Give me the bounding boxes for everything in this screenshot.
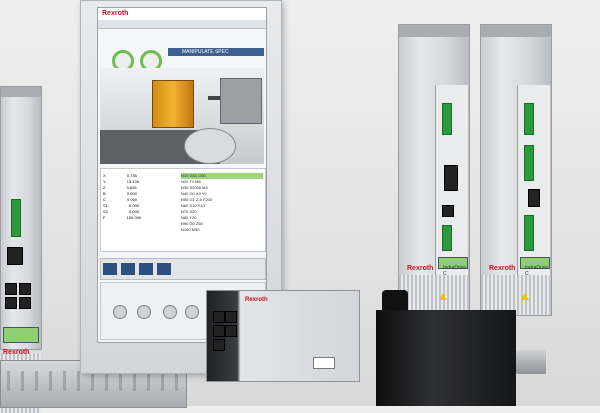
drive-top-cap bbox=[481, 25, 551, 37]
axis-column: X 0.735 Y 13.135 Z 0.635 B 0.000 C 0.000… bbox=[103, 173, 173, 247]
drive-top-cap bbox=[399, 25, 469, 37]
axis-label: B bbox=[103, 191, 106, 196]
axis-label: S2 bbox=[103, 209, 108, 214]
sub-d-connector bbox=[7, 247, 23, 265]
terminal-block bbox=[11, 199, 21, 237]
drive-module-left: Rexroth bbox=[0, 86, 42, 413]
controller-port bbox=[213, 311, 225, 323]
motor-shaft bbox=[516, 350, 546, 374]
axis-value: 100.000 bbox=[126, 215, 142, 220]
round-button[interactable] bbox=[113, 305, 127, 319]
program-listing[interactable]: N10 G54 G90 N20 T1 M6 N30 S2000 M3 N40 G… bbox=[181, 173, 263, 247]
axis-value: 0.000 bbox=[126, 191, 137, 196]
drive-front-panel bbox=[517, 85, 550, 275]
controller-port bbox=[213, 325, 225, 337]
round-button[interactable] bbox=[185, 305, 199, 319]
drive-brand-label: Rexroth bbox=[3, 349, 30, 356]
tool-tip bbox=[208, 96, 220, 100]
axis-label: C bbox=[103, 197, 106, 202]
display-window bbox=[3, 327, 39, 343]
terminal-block bbox=[524, 215, 534, 251]
terminal-block bbox=[524, 103, 534, 135]
axis-value: 0.000 bbox=[129, 209, 140, 214]
axis-row: F 100.000 bbox=[103, 215, 173, 221]
drive-brand-label: Rexroth bbox=[407, 265, 434, 272]
axis-value: 0.635 bbox=[126, 185, 137, 190]
motor-body bbox=[376, 310, 516, 406]
ethernet-port bbox=[19, 297, 31, 309]
machine-3d-view bbox=[100, 68, 264, 164]
softkey-row bbox=[100, 258, 266, 280]
compact-controller: Rexroth bbox=[206, 290, 360, 382]
screen-title-bar: MANIPULATE SPEC bbox=[168, 48, 264, 56]
axis-value: 0.735 bbox=[126, 173, 137, 178]
drive-model-label: IndraDrive C bbox=[525, 265, 549, 277]
axis-label: X bbox=[103, 173, 106, 178]
terminal-block bbox=[442, 225, 452, 251]
axis-label: F bbox=[103, 215, 106, 220]
screen-brand: Rexroth bbox=[102, 10, 129, 17]
axis-label: Y bbox=[103, 179, 106, 184]
program-line[interactable]: N100 M30 bbox=[181, 227, 263, 233]
drive-model-label: IndraDrive C bbox=[443, 265, 467, 277]
axis-value: 13.135 bbox=[126, 179, 139, 184]
sub-d-connector bbox=[444, 165, 458, 191]
controller-label bbox=[313, 357, 335, 369]
softkey-button[interactable] bbox=[157, 263, 171, 275]
controller-port bbox=[225, 311, 237, 323]
axis-label: Z bbox=[103, 185, 106, 190]
rail-holes bbox=[7, 371, 179, 391]
terminal-block bbox=[442, 103, 452, 135]
ethernet-port bbox=[5, 297, 17, 309]
ethernet-port bbox=[442, 205, 454, 217]
controller-port bbox=[225, 325, 237, 337]
softkey-button[interactable] bbox=[103, 263, 117, 275]
spindle-head bbox=[220, 78, 262, 124]
round-button[interactable] bbox=[163, 305, 177, 319]
terminal-block bbox=[524, 145, 534, 181]
controller-port bbox=[213, 339, 225, 351]
softkey-button[interactable] bbox=[121, 263, 135, 275]
screen-tabbar[interactable] bbox=[98, 20, 266, 29]
sub-d-connector bbox=[528, 189, 540, 207]
drive-top-cap bbox=[1, 87, 41, 97]
drive-front-panel bbox=[435, 85, 468, 275]
ethernet-port bbox=[5, 283, 17, 295]
axis-value: 0.000 bbox=[129, 203, 140, 208]
drive-module-right-2: Rexroth IndraDrive C bbox=[480, 24, 552, 316]
softkey-button[interactable] bbox=[139, 263, 153, 275]
drive-module-right-1: Rexroth IndraDrive C bbox=[398, 24, 470, 316]
screen-title-text: MANIPULATE SPEC bbox=[182, 49, 229, 55]
program-area: X 0.735 Y 13.135 Z 0.635 B 0.000 C 0.000… bbox=[100, 168, 266, 252]
axis-value: 0.000 bbox=[127, 197, 138, 202]
round-button[interactable] bbox=[137, 305, 151, 319]
screen-header: Rexroth bbox=[98, 8, 266, 20]
controller-brand-label: Rexroth bbox=[245, 297, 268, 303]
ethernet-port bbox=[19, 283, 31, 295]
servo-motor bbox=[376, 290, 546, 406]
drive-brand-label: Rexroth bbox=[489, 265, 516, 272]
axis-label: S1 bbox=[103, 203, 108, 208]
workpiece bbox=[152, 80, 194, 128]
machine-table bbox=[184, 128, 236, 164]
